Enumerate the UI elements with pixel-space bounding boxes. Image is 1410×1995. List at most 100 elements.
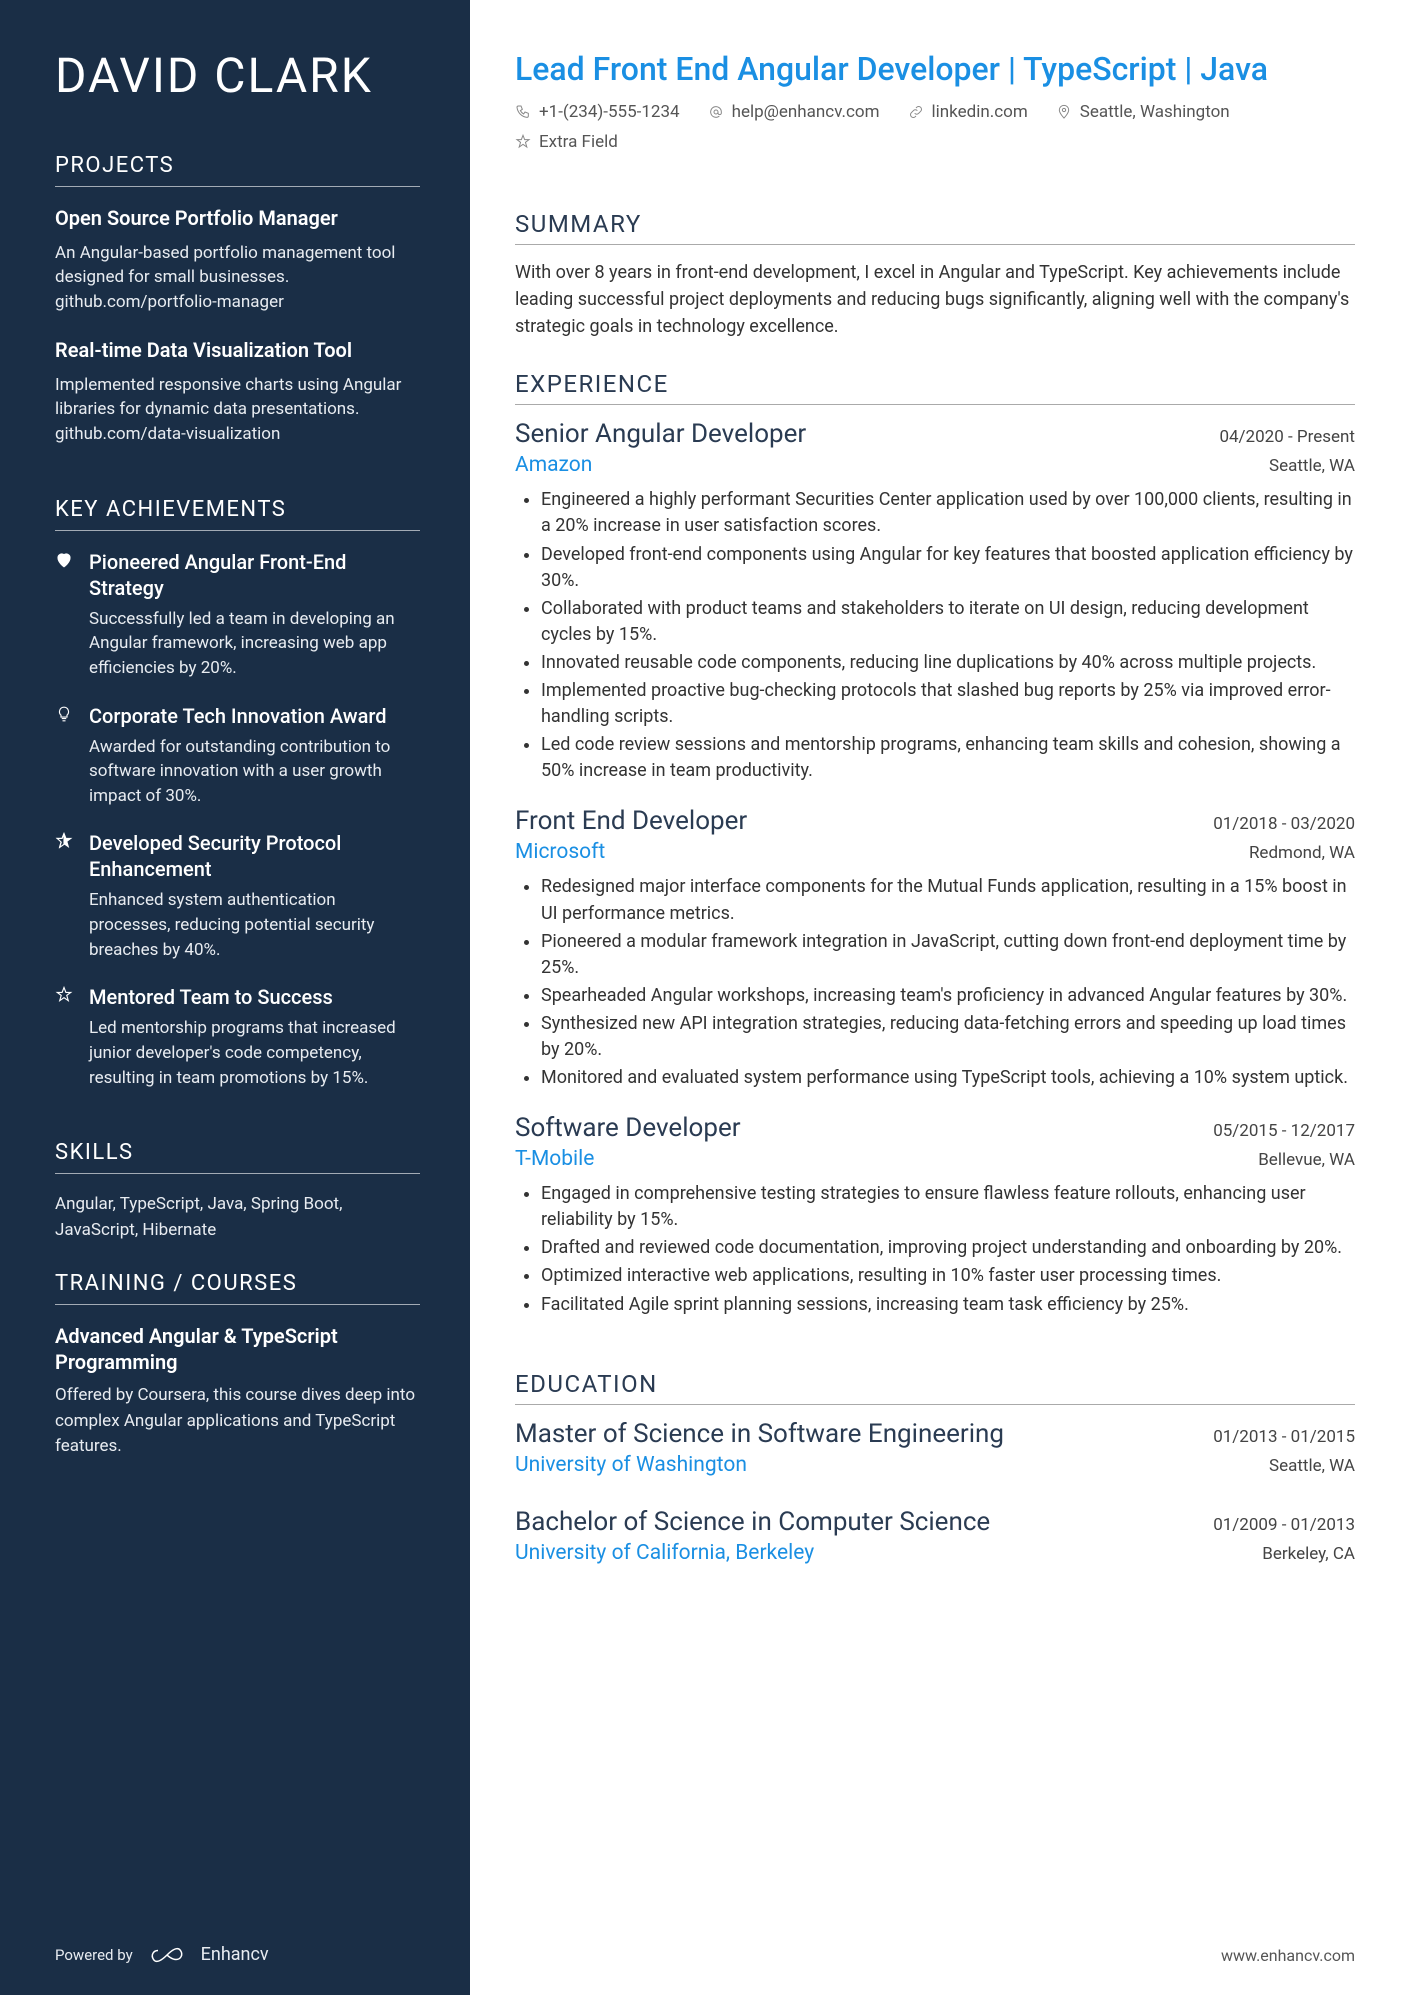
phone-icon — [515, 104, 531, 120]
bullet: Redesigned major interface components fo… — [541, 874, 1355, 926]
footer-url: www.enhancv.com — [1221, 1946, 1355, 1965]
achievement-desc: Awarded for outstanding contribution to … — [89, 735, 420, 809]
achievement-item: Corporate Tech Innovation Award Awarded … — [55, 703, 420, 809]
section-title-training: TRAINING / COURSES — [55, 1271, 420, 1305]
achievement-desc: Enhanced system authentication processes… — [89, 888, 420, 962]
job-bullets: Redesigned major interface components fo… — [515, 874, 1355, 1091]
brand-name: Enhancv — [201, 1944, 269, 1965]
achievement-item: Pioneered Angular Front-End Strategy Suc… — [55, 549, 420, 681]
achievement-title: Mentored Team to Success — [89, 984, 420, 1010]
job-dates: 04/2020 - Present — [1219, 427, 1355, 447]
section-title-projects: PROJECTS — [55, 153, 420, 187]
job-location: Bellevue, WA — [1258, 1150, 1355, 1170]
job-bullets: Engineered a highly performant Securitie… — [515, 487, 1355, 784]
main-content: Lead Front End Angular Developer | TypeS… — [470, 0, 1410, 1995]
job-dates: 05/2015 - 12/2017 — [1213, 1121, 1355, 1141]
bullet: Developed front-end components using Ang… — [541, 542, 1355, 594]
job-dates: 01/2018 - 03/2020 — [1213, 814, 1355, 834]
job-title: Software Developer — [515, 1113, 741, 1143]
extra-text: Extra Field — [539, 132, 618, 152]
project-item: Real-time Data Visualization Tool Implem… — [55, 337, 420, 447]
at-icon — [708, 104, 724, 120]
job-company: Amazon — [515, 453, 592, 477]
bullet: Drafted and reviewed code documentation,… — [541, 1235, 1355, 1261]
location-icon — [1056, 104, 1072, 120]
section-title-summary: SUMMARY — [515, 210, 1355, 245]
training-desc: Offered by Coursera, this course dives d… — [55, 1383, 420, 1460]
achievement-desc: Successfully led a team in developing an… — [89, 607, 420, 681]
linkedin-text: linkedin.com — [932, 102, 1028, 122]
job-company: Microsoft — [515, 840, 605, 864]
contact-linkedin: linkedin.com — [908, 102, 1028, 122]
phone-text: +1-(234)-555-1234 — [539, 102, 680, 122]
achievement-title: Corporate Tech Innovation Award — [89, 703, 420, 729]
bullet: Implemented proactive bug-checking proto… — [541, 678, 1355, 730]
experience-item: Senior Angular Developer 04/2020 - Prese… — [515, 419, 1355, 786]
degree-dates: 01/2013 - 01/2015 — [1213, 1427, 1355, 1447]
bullet: Optimized interactive web applications, … — [541, 1263, 1355, 1289]
summary-text: With over 8 years in front-end developme… — [515, 259, 1355, 340]
experience-item: Software Developer 05/2015 - 12/2017 T-M… — [515, 1113, 1355, 1319]
sidebar-footer: Powered by Enhancv — [55, 1904, 420, 1965]
sidebar: DAVID CLARK PROJECTS Open Source Portfol… — [0, 0, 470, 1995]
job-company: T-Mobile — [515, 1147, 594, 1171]
training-title: Advanced Angular & TypeScript Programmin… — [55, 1323, 420, 1375]
contact-location: Seattle, Washington — [1056, 102, 1230, 122]
degree-title: Bachelor of Science in Computer Science — [515, 1507, 990, 1537]
achievement-title: Developed Security Protocol Enhancement — [89, 830, 420, 882]
project-desc: An Angular-based portfolio management to… — [55, 241, 420, 315]
star-half-icon — [55, 830, 75, 962]
contact-phone: +1-(234)-555-1234 — [515, 102, 680, 122]
achievement-item: Mentored Team to Success Led mentorship … — [55, 984, 420, 1090]
bullet: Monitored and evaluated system performan… — [541, 1065, 1355, 1091]
powered-by-label: Powered by — [55, 1946, 133, 1964]
experience-item: Front End Developer 01/2018 - 03/2020 Mi… — [515, 806, 1355, 1093]
achievement-item: Developed Security Protocol Enhancement … — [55, 830, 420, 962]
job-title: Senior Angular Developer — [515, 419, 806, 449]
location-text: Seattle, Washington — [1080, 102, 1230, 122]
bullet: Spearheaded Angular workshops, increasin… — [541, 983, 1355, 1009]
link-icon — [908, 104, 924, 120]
education-item: Bachelor of Science in Computer Science … — [515, 1507, 1355, 1575]
bullet: Innovated reusable code components, redu… — [541, 650, 1355, 676]
bullet: Pioneered a modular framework integratio… — [541, 929, 1355, 981]
school-location: Berkeley, CA — [1262, 1544, 1355, 1564]
achievement-desc: Led mentorship programs that increased j… — [89, 1016, 420, 1090]
achievement-title: Pioneered Angular Front-End Strategy — [89, 549, 420, 601]
job-location: Redmond, WA — [1249, 843, 1355, 863]
education-item: Master of Science in Software Engineerin… — [515, 1419, 1355, 1487]
section-title-experience: EXPERIENCE — [515, 370, 1355, 405]
projects-list: Open Source Portfolio Manager An Angular… — [55, 205, 420, 469]
star-outline-icon — [55, 984, 75, 1090]
skills-text: Angular, TypeScript, Java, Spring Boot, … — [55, 1192, 420, 1243]
degree-dates: 01/2009 - 01/2013 — [1213, 1515, 1355, 1535]
bullet: Engaged in comprehensive testing strateg… — [541, 1181, 1355, 1233]
school-name: University of Washington — [515, 1453, 747, 1477]
star-icon — [515, 134, 531, 150]
section-title-education: EDUCATION — [515, 1370, 1355, 1405]
section-title-skills: SKILLS — [55, 1140, 420, 1174]
project-desc: Implemented responsive charts using Angu… — [55, 373, 420, 447]
main-footer: www.enhancv.com — [515, 1906, 1355, 1965]
project-title: Real-time Data Visualization Tool — [55, 337, 420, 363]
project-title: Open Source Portfolio Manager — [55, 205, 420, 231]
job-location: Seattle, WA — [1269, 456, 1355, 476]
school-name: University of California, Berkeley — [515, 1541, 814, 1565]
bullet: Collaborated with product teams and stak… — [541, 596, 1355, 648]
project-item: Open Source Portfolio Manager An Angular… — [55, 205, 420, 315]
headline: Lead Front End Angular Developer | TypeS… — [515, 50, 1355, 88]
job-title: Front End Developer — [515, 806, 747, 836]
job-bullets: Engaged in comprehensive testing strateg… — [515, 1181, 1355, 1317]
section-title-achievements: KEY ACHIEVEMENTS — [55, 497, 420, 531]
email-text: help@enhancv.com — [732, 102, 880, 122]
contacts-row: +1-(234)-555-1234 help@enhancv.com linke… — [515, 102, 1355, 152]
resume-page: DAVID CLARK PROJECTS Open Source Portfol… — [0, 0, 1410, 1995]
degree-title: Master of Science in Software Engineerin… — [515, 1419, 1004, 1449]
achievements-list: Pioneered Angular Front-End Strategy Suc… — [55, 549, 420, 1113]
bullet: Synthesized new API integration strategi… — [541, 1011, 1355, 1063]
enhancv-logo-icon — [149, 1946, 185, 1964]
contact-email: help@enhancv.com — [708, 102, 880, 122]
contact-extra: Extra Field — [515, 132, 618, 152]
bullet: Engineered a highly performant Securitie… — [541, 487, 1355, 539]
heart-icon — [55, 549, 75, 681]
